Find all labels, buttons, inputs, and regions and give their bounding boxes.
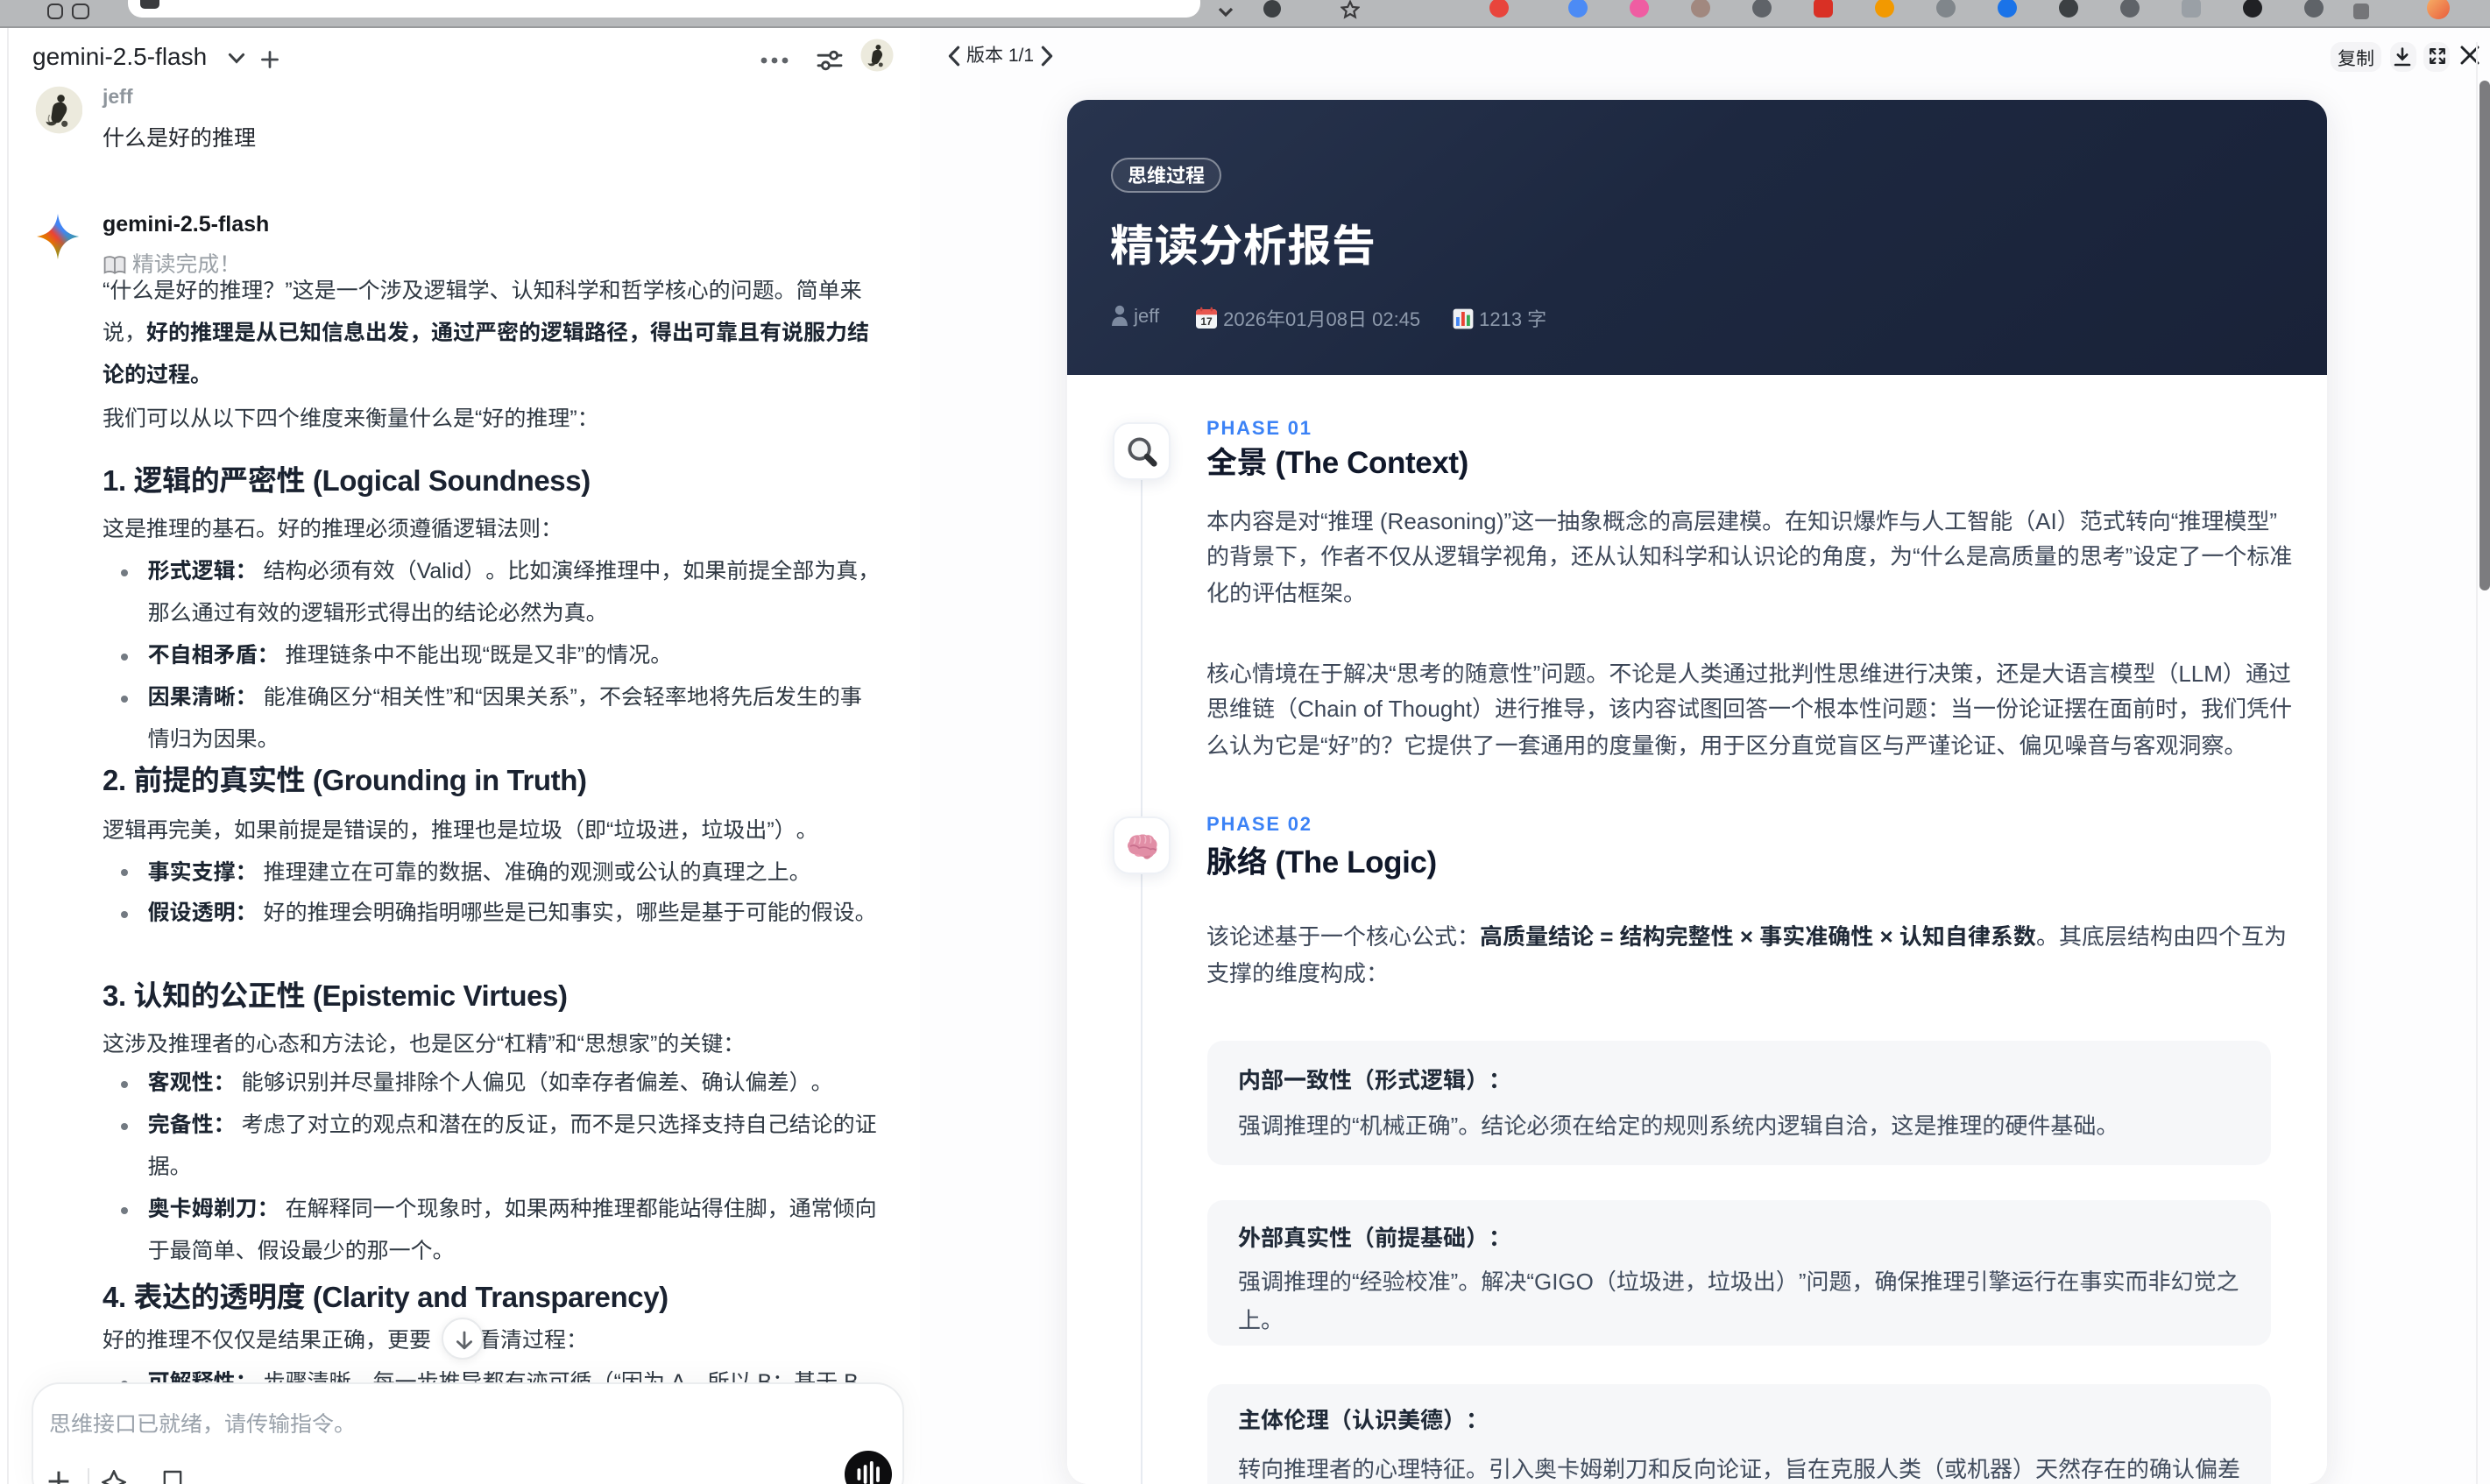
svg-text:17: 17 xyxy=(1200,315,1213,328)
